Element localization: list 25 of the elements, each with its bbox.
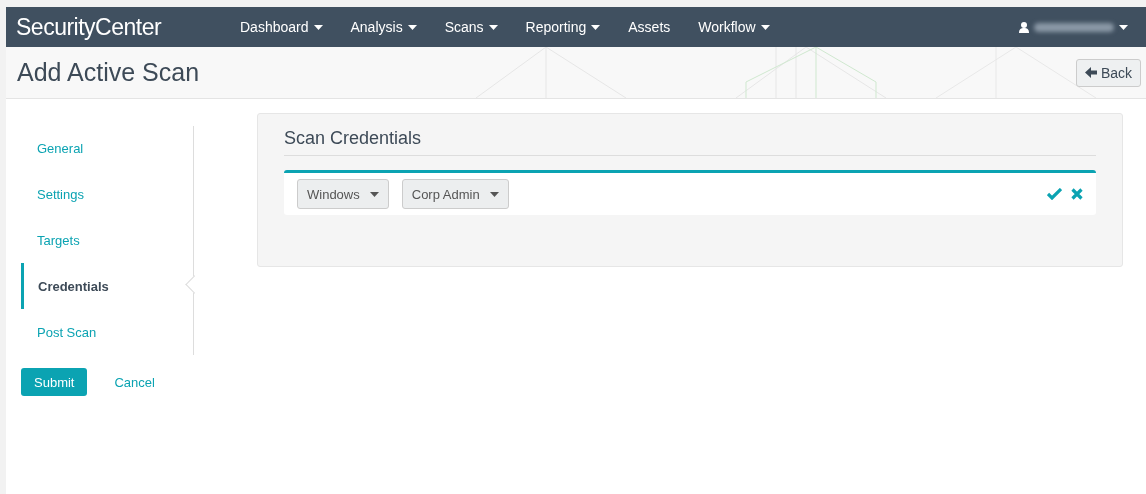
confirm-icon[interactable] [1047, 188, 1062, 200]
nav-menu-item[interactable]: Analysis [336, 7, 431, 47]
nav-menu-item[interactable]: Dashboard [226, 7, 337, 47]
caret-icon [369, 191, 379, 197]
credential-name-dropdown[interactable]: Corp Admin [401, 179, 509, 209]
caret-icon [489, 191, 499, 197]
credential-type-dropdown[interactable]: Windows [297, 179, 389, 209]
caret-icon [313, 24, 323, 30]
back-button[interactable]: Back [1075, 58, 1141, 87]
caret-icon [591, 24, 601, 30]
nav-menu-item[interactable]: Scans [430, 7, 512, 47]
page-title: Add Active Scan [17, 58, 200, 87]
nav-menu-item[interactable]: Assets [614, 7, 685, 47]
user-icon [1019, 21, 1029, 33]
close-icon[interactable] [1071, 188, 1083, 200]
panel-title: Scan Credentials [284, 128, 1096, 156]
nav-menu-item[interactable]: Reporting [511, 7, 615, 47]
caret-icon [407, 24, 417, 30]
step-tab[interactable]: Credentials [21, 263, 193, 310]
caret-icon [760, 24, 770, 30]
brand-logo[interactable]: SecurityCenter [16, 13, 226, 41]
arrow-left-icon [1084, 67, 1097, 78]
caret-icon [488, 24, 498, 30]
caret-icon [1119, 24, 1128, 30]
nav-menu-item[interactable]: Workflow [684, 7, 784, 47]
